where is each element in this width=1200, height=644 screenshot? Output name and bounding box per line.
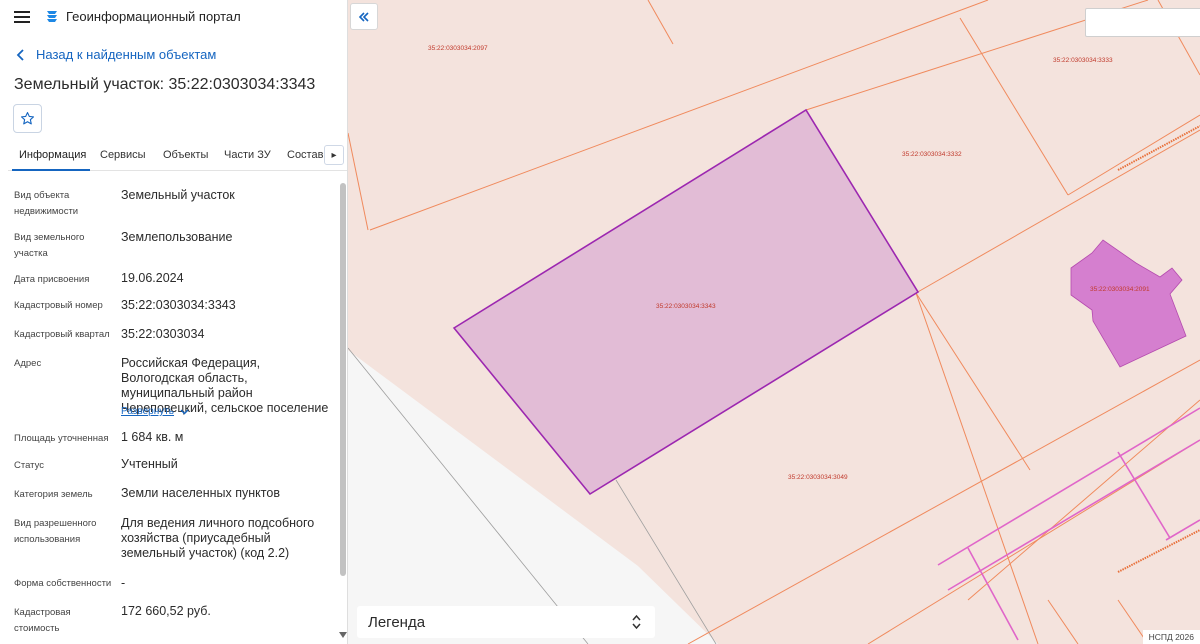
road-lines [937,407,1200,641]
page-title: Земельный участок: 35:22:0303034:3343 [14,76,316,93]
chevron-up-down-icon [632,614,641,630]
info-value: 35:22:0303034:3343 [121,298,236,312]
double-chevron-left-icon [358,11,369,22]
info-label: Дата присвоения [14,274,90,285]
tab-land-parts[interactable]: Части ЗУ [224,149,271,161]
boundary-hatch [1117,529,1200,573]
info-label: Категория земель [14,489,93,500]
tab-services[interactable]: Сервисы [100,149,146,161]
collapse-panel-button[interactable] [350,3,378,30]
parcel-label: 35:22:0303034:3049 [788,474,848,481]
info-value: 172 660,52 руб. [121,604,211,618]
back-link-label: Назад к найденным объектам [36,47,217,62]
info-value: Учтенный [121,457,178,471]
info-label: Вид разрешенного использования [14,518,97,545]
parcel-label: 35:22:0303034:3343 [656,303,716,310]
tab-objects[interactable]: Объекты [163,149,208,161]
info-label: Адрес [14,358,42,369]
info-label: Площадь уточненная [14,433,109,444]
info-label: Вид объекта недвижимости [14,190,79,217]
building-parcel-2091[interactable] [1070,239,1187,368]
parcel-label: 35:22:0303034:2091 [1090,286,1150,293]
info-panel: Геоинформационный портал Назад к найденн… [0,0,348,644]
top-bar: Геоинформационный портал [0,0,347,34]
expand-link-label: Развернуть [121,406,175,417]
info-label: Статус [14,460,45,471]
info-label: Вид земельного участка [14,232,85,259]
map-view[interactable]: 35:22:0303034:2097 35:22:0303034:3333 35… [348,0,1200,644]
info-value: 35:22:0303034 [121,327,205,341]
info-label: Форма собственности [14,578,112,589]
info-value: Для ведения личного подсобного хозяйства… [121,516,315,560]
info-value: - [121,576,126,590]
favorite-button[interactable] [13,104,42,133]
info-value: Земельный участок [121,188,235,202]
legend-label: Легенда [368,614,426,631]
info-value: Землепользование [121,230,233,244]
info-value: 1 684 кв. м [121,430,184,444]
parcel-label: 35:22:0303034:3332 [902,151,962,158]
expand-address-link[interactable]: Развернуть [121,406,189,417]
back-to-results-link[interactable]: Назад к найденным объектам [16,47,216,62]
star-icon [20,112,35,125]
map-copyright: НСПД 2026 [1142,630,1200,644]
active-tab-indicator [12,169,90,171]
parcel-label: 35:22:0303034:2097 [428,45,488,52]
tab-bar: Информация Сервисы Объекты Части ЗУ Сост… [8,141,347,171]
scroll-down-icon[interactable] [339,632,347,638]
scrollbar-thumb[interactable] [340,183,346,576]
tabs-scroll-right-button[interactable]: ▸ [324,145,344,165]
tab-composition[interactable]: Состав [287,149,323,161]
map-search-input[interactable] [1085,8,1200,37]
info-value: 19.06.2024 [121,271,184,285]
info-value: Земли населенных пунктов [121,486,280,500]
tab-information[interactable]: Информация [19,149,86,161]
parcel-label: 35:22:0303034:3333 [1053,57,1113,64]
info-list: Вид объекта недвижимости Земельный участ… [0,178,340,644]
selected-parcel-3343[interactable] [452,108,920,496]
legend-select[interactable]: Легенда [357,606,655,638]
app-title: Геоинформационный портал [66,9,241,24]
info-label: Кадастровый квартал [14,329,110,340]
portal-logo-icon [47,11,57,22]
map-canvas[interactable]: 35:22:0303034:2097 35:22:0303034:3333 35… [348,0,1200,644]
chevron-right-icon: ▸ [331,149,337,161]
chevron-down-icon [180,409,189,414]
chevron-left-icon [16,48,24,61]
info-label: Кадастровая стоимость [14,607,71,634]
info-label: Кадастровый номер [14,300,103,311]
boundary-hatch [1117,125,1200,171]
hamburger-icon[interactable] [14,11,30,23]
